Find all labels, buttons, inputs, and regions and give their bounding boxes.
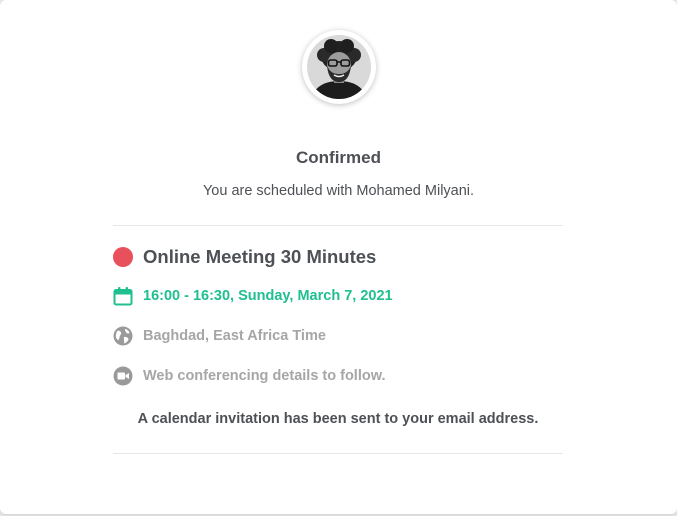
event-name: Online Meeting 30 Minutes <box>143 246 377 267</box>
event-name-row: Online Meeting 30 Minutes <box>113 245 376 269</box>
calendar-icon <box>113 286 133 306</box>
event-color-dot-icon <box>113 247 133 267</box>
event-timezone: Baghdad, East Africa Time <box>143 328 326 344</box>
calendar-invitation-notice: A calendar invitation has been sent to y… <box>137 411 539 427</box>
globe-icon <box>113 326 133 346</box>
confirmation-card: Confirmed You are scheduled with Mohamed… <box>0 0 677 514</box>
event-datetime-row: 16:00 - 16:30, Sunday, March 7, 2021 <box>113 284 393 308</box>
event-timezone-row: Baghdad, East Africa Time <box>113 324 326 348</box>
event-location: Web conferencing details to follow. <box>143 368 386 384</box>
event-location-row: Web conferencing details to follow. <box>113 364 386 388</box>
confirmation-title: Confirmed <box>296 148 381 167</box>
top-divider <box>113 225 563 226</box>
bottom-divider <box>113 453 563 454</box>
host-avatar <box>302 30 376 104</box>
video-camera-icon <box>113 366 133 386</box>
confirmation-subtitle: You are scheduled with Mohamed Milyani. <box>202 183 475 199</box>
event-datetime: 16:00 - 16:30, Sunday, March 7, 2021 <box>143 288 393 304</box>
